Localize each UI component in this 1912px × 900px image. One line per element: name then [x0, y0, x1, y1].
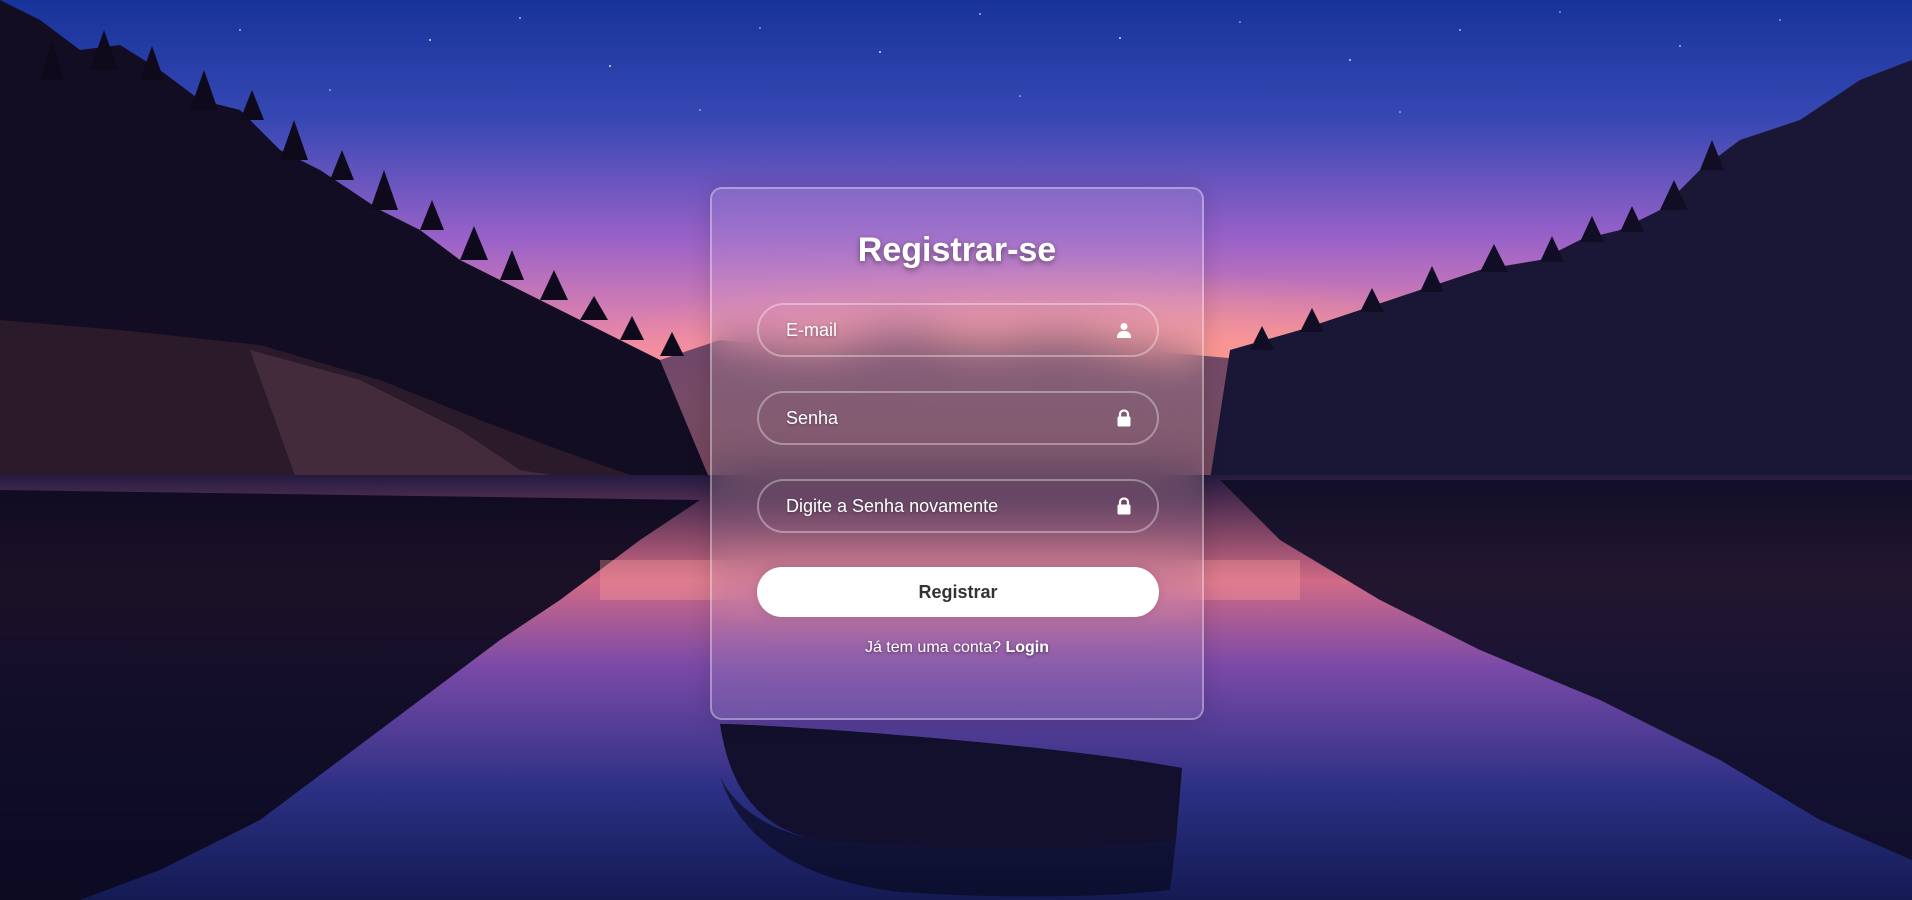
user-icon [1115, 321, 1133, 339]
form-fields [757, 303, 1159, 533]
confirm-password-field-wrapper [757, 479, 1159, 533]
login-prompt-text: Já tem uma conta? [864, 639, 1002, 656]
register-button[interactable]: Registrar [757, 567, 1159, 617]
register-form: Registrar-se E-mail Registrar Já tem uma… [710, 187, 1204, 720]
lock-icon [1115, 497, 1133, 515]
login-prompt: Já tem uma conta? Login [757, 639, 1157, 657]
email-field-wrapper [757, 303, 1159, 357]
login-link[interactable]: Login [1005, 639, 1049, 656]
page-title: Registrar-se [857, 231, 1057, 269]
confirm-password-field[interactable] [759, 481, 1157, 531]
email-field[interactable] [759, 305, 1157, 355]
password-field[interactable] [759, 393, 1157, 443]
lock-icon [1115, 409, 1133, 427]
password-field-wrapper [757, 391, 1159, 445]
